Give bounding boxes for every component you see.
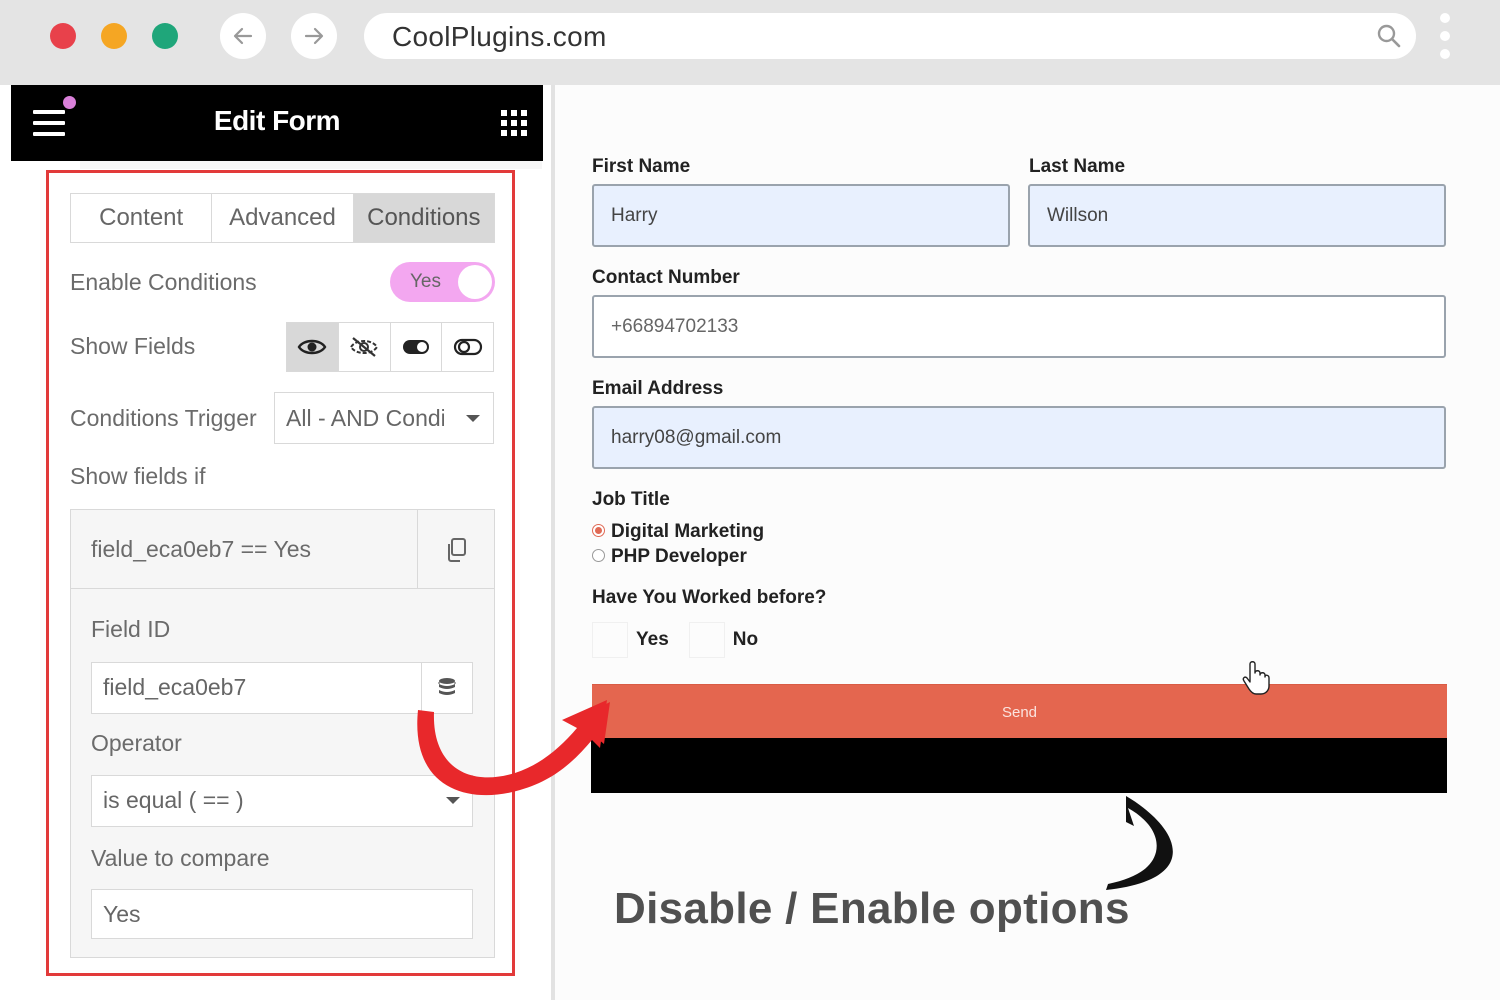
panel-top-edge — [80, 161, 542, 169]
job-option-digital-marketing[interactable]: Digital Marketing — [592, 521, 764, 543]
radio-label: PHP Developer — [611, 546, 747, 567]
checkbox-no[interactable] — [688, 622, 725, 658]
browser-chrome: CoolPlugins.com — [0, 0, 1500, 85]
send-button-label: Send — [1001, 704, 1038, 721]
last-name-input[interactable]: Willson — [1028, 184, 1446, 247]
annotation-caption: Disable / Enable options — [614, 884, 1130, 933]
radio-label: Digital Marketing — [611, 521, 765, 542]
first-name-input[interactable]: Harry — [592, 184, 1010, 247]
contact-number-value: +66894702133 — [611, 316, 739, 337]
checkbox-label-yes: Yes — [636, 629, 669, 650]
apps-grid-icon[interactable] — [501, 110, 527, 136]
contact-number-label: Contact Number — [592, 267, 740, 288]
first-name-value: Harry — [611, 205, 658, 226]
checkbox-label-no: No — [732, 629, 759, 650]
email-address-input[interactable]: harry08@gmail.com — [592, 406, 1446, 469]
highlight-frame — [46, 170, 515, 976]
maximize-window-button[interactable] — [152, 23, 178, 49]
job-title-label: Job Title — [592, 489, 670, 510]
email-address-label: Email Address — [592, 378, 724, 399]
worked-before-options: Yes No — [592, 622, 758, 658]
black-bar — [591, 738, 1447, 793]
radio-button[interactable] — [592, 523, 605, 537]
back-button[interactable] — [220, 13, 266, 59]
radio-button[interactable] — [592, 548, 605, 562]
checkbox-yes[interactable] — [592, 622, 628, 658]
last-name-value: Willson — [1047, 205, 1109, 226]
send-button[interactable]: Send — [592, 684, 1447, 738]
contact-number-input[interactable]: +66894702133 — [592, 295, 1446, 358]
more-menu-icon[interactable] — [1438, 13, 1452, 61]
arrow-left-icon — [233, 27, 253, 45]
email-address-value: harry08@gmail.com — [611, 427, 782, 448]
address-bar[interactable]: CoolPlugins.com — [364, 13, 1416, 59]
url-text: CoolPlugins.com — [392, 21, 607, 52]
first-name-label: First Name — [592, 156, 691, 177]
minimize-window-button[interactable] — [101, 23, 127, 49]
last-name-label: Last Name — [1029, 156, 1126, 177]
worked-before-label: Have You Worked before? — [592, 587, 827, 608]
arrow-right-icon — [304, 27, 324, 45]
editor-header: Edit Form — [11, 85, 543, 161]
close-window-button[interactable] — [50, 23, 76, 49]
search-icon[interactable] — [1376, 23, 1402, 54]
job-option-php-developer[interactable]: PHP Developer — [592, 546, 747, 568]
editor-title: Edit Form — [213, 105, 341, 136]
forward-button[interactable] — [291, 13, 337, 59]
